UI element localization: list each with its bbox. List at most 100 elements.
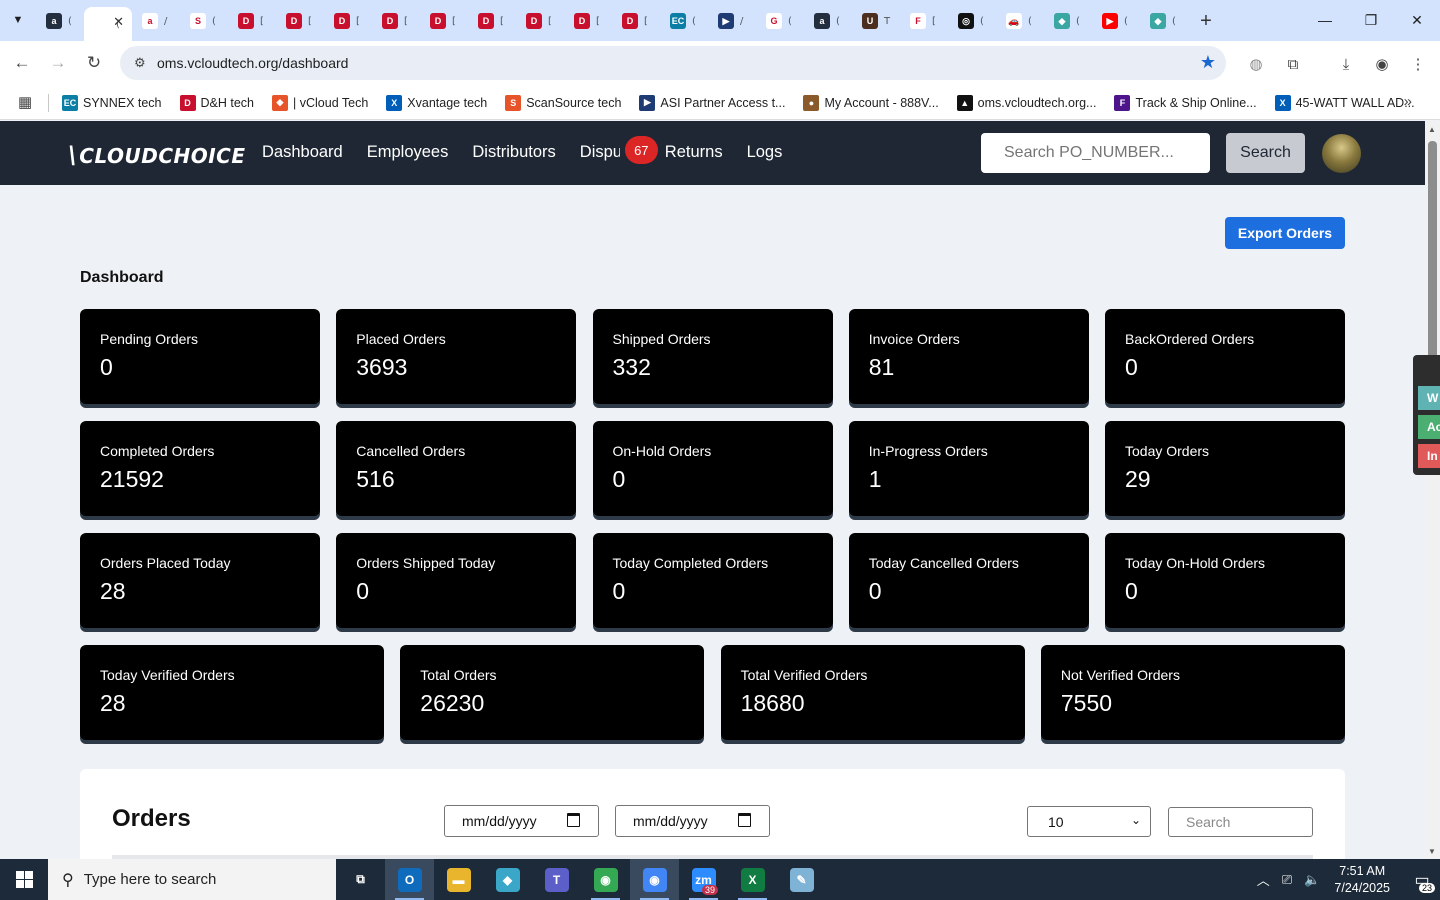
taskbar-app[interactable]: T: [532, 859, 581, 900]
url-text[interactable]: oms.vcloudtech.org/dashboard: [157, 55, 348, 71]
browser-tab[interactable]: D[: [420, 7, 468, 35]
browser-tab[interactable]: D[: [276, 7, 324, 35]
stat-card[interactable]: BackOrdered Orders 0: [1105, 309, 1345, 404]
volume-icon[interactable]: 🔈: [1304, 872, 1320, 888]
start-button[interactable]: [0, 859, 48, 900]
tray-overflow-icon[interactable]: ︿: [1257, 870, 1270, 889]
site-info-icon[interactable]: ⚙: [134, 55, 146, 71]
stat-card[interactable]: Cancelled Orders 516: [336, 421, 577, 516]
taskbar-app[interactable]: ✎: [777, 859, 826, 900]
scrollbar-thumb[interactable]: [1428, 141, 1437, 369]
taskbar-app[interactable]: ◉: [630, 859, 679, 900]
close-window-icon[interactable]: ✕: [1394, 0, 1440, 40]
taskbar-app[interactable]: X: [728, 859, 777, 900]
browser-tab[interactable]: S(: [180, 7, 228, 35]
taskbar-app[interactable]: zm 39: [679, 859, 728, 900]
stat-card[interactable]: Today Orders 29: [1105, 421, 1345, 516]
browser-tab[interactable]: (✕: [84, 7, 132, 41]
download-icon[interactable]: ⤓: [1335, 53, 1357, 75]
bookmark-item[interactable]: X 45-WATT WALL AD...: [1274, 94, 1415, 111]
extensions-icon[interactable]: ⧉: [1282, 53, 1304, 75]
browser-tab[interactable]: ▶ /: [708, 7, 756, 35]
nav-disputes[interactable]: Disputes 67: [580, 136, 658, 164]
stat-card[interactable]: Shipped Orders 332: [592, 309, 833, 404]
browser-tab[interactable]: ◆(: [1140, 7, 1188, 35]
stat-card[interactable]: Not Verified Orders 7550: [1040, 645, 1345, 740]
scroll-down-icon[interactable]: ▼: [1428, 847, 1436, 856]
nav-dashboard[interactable]: Dashboard: [262, 143, 343, 162]
stat-card[interactable]: Pending Orders 0: [80, 309, 320, 404]
bookmark-item[interactable]: X Xvantage tech: [386, 94, 487, 111]
stat-card[interactable]: Today Completed Orders 0: [592, 533, 833, 628]
browser-tab[interactable]: ◆(: [1044, 7, 1092, 35]
bookmark-star-icon[interactable]: ★: [1200, 52, 1216, 73]
nav-logs[interactable]: Logs: [747, 143, 783, 162]
address-bar[interactable]: ⚙ oms.vcloudtech.org/dashboard ★: [120, 46, 1226, 80]
po-search-input[interactable]: [981, 133, 1210, 173]
browser-tab[interactable]: D[: [372, 7, 420, 35]
stat-card[interactable]: Today Verified Orders 28: [80, 645, 384, 740]
app-logo[interactable]: \ CLOUDCHOICE: [68, 141, 246, 169]
stat-card[interactable]: In-Progress Orders 1: [848, 421, 1089, 516]
bookmarks-overflow-icon[interactable]: »: [1404, 93, 1412, 110]
taskbar-app[interactable]: O: [385, 859, 434, 900]
stat-card[interactable]: Today Cancelled Orders 0: [848, 533, 1089, 628]
browser-tab[interactable]: D[: [324, 7, 372, 35]
calendar-icon[interactable]: [738, 813, 751, 827]
browser-tab[interactable]: 🚗(: [996, 7, 1044, 35]
tab-search-icon[interactable]: ▼: [6, 9, 30, 31]
nav-employees[interactable]: Employees: [367, 143, 449, 162]
browser-tab[interactable]: UT: [852, 7, 900, 35]
stat-card[interactable]: On-Hold Orders 0: [592, 421, 833, 516]
side-widget-tab[interactable]: W: [1418, 386, 1440, 410]
browser-tab[interactable]: D[: [612, 7, 660, 35]
page-size-select[interactable]: 10 ⌄: [1027, 806, 1151, 837]
bookmark-item[interactable]: S ScanSource tech: [505, 94, 621, 111]
po-search-button[interactable]: Search: [1226, 133, 1305, 173]
calendar-icon[interactable]: [567, 813, 580, 827]
stat-card[interactable]: Placed Orders 3693: [336, 309, 577, 404]
browser-tab[interactable]: ◎(: [948, 7, 996, 35]
taskbar-app[interactable]: ⧉: [336, 859, 385, 900]
back-icon[interactable]: ←: [10, 51, 34, 75]
apps-grid-icon[interactable]: ▦: [18, 93, 32, 111]
menu-kebab-icon[interactable]: ⋮: [1407, 53, 1429, 75]
taskbar-search[interactable]: ⚲ Type here to search: [48, 859, 336, 900]
bookmark-item[interactable]: F Track & Ship Online...: [1114, 94, 1257, 111]
stat-card[interactable]: Invoice Orders 81: [848, 309, 1089, 404]
scroll-up-icon[interactable]: ▲: [1428, 125, 1436, 134]
bookmark-item[interactable]: D D&H tech: [179, 94, 254, 111]
close-tab-icon[interactable]: ✕: [113, 14, 124, 30]
browser-tab[interactable]: D[: [228, 7, 276, 35]
bookmark-item[interactable]: ▶ ASI Partner Access t...: [639, 94, 785, 111]
stat-card[interactable]: Today On-Hold Orders 0: [1105, 533, 1345, 628]
bookmark-item[interactable]: ● My Account - 888V...: [803, 94, 939, 111]
stat-card[interactable]: Orders Placed Today 28: [80, 533, 320, 628]
stat-card[interactable]: Orders Shipped Today 0: [336, 533, 577, 628]
taskbar-app[interactable]: ◆: [483, 859, 532, 900]
browser-tab[interactable]: a(: [804, 7, 852, 35]
bookmark-item[interactable]: ▲ oms.vcloudtech.org...: [956, 94, 1096, 111]
bookmark-item[interactable]: EC SYNNEX tech: [62, 94, 162, 111]
date-from-input[interactable]: mm/dd/yyyy: [444, 805, 599, 837]
bookmark-item[interactable]: ◆ | vCloud Tech: [272, 94, 368, 111]
reload-icon[interactable]: ↻: [82, 51, 106, 75]
browser-tab[interactable]: ▶(: [1092, 7, 1140, 35]
nav-returns[interactable]: Returns: [665, 143, 723, 162]
profile-icon[interactable]: ◉: [1371, 53, 1393, 75]
notification-center-icon[interactable]: ▭ 23: [1404, 859, 1440, 900]
browser-tab[interactable]: a /: [132, 7, 180, 35]
nav-distributors[interactable]: Distributors: [472, 143, 555, 162]
date-to-input[interactable]: mm/dd/yyyy: [615, 805, 770, 837]
browser-tab[interactable]: D[: [564, 7, 612, 35]
orders-search-input[interactable]: Search: [1168, 807, 1313, 837]
new-tab-icon[interactable]: +: [1192, 7, 1220, 35]
side-widget-tab[interactable]: Ac: [1418, 415, 1440, 439]
forward-icon[interactable]: →: [46, 51, 70, 75]
export-orders-button[interactable]: Export Orders: [1225, 217, 1345, 249]
side-widget-tab[interactable]: In: [1418, 444, 1440, 468]
user-avatar[interactable]: [1322, 134, 1361, 173]
stat-card[interactable]: Completed Orders 21592: [80, 421, 320, 516]
minimize-icon[interactable]: —: [1302, 0, 1348, 40]
browser-tab[interactable]: a(: [36, 7, 84, 35]
